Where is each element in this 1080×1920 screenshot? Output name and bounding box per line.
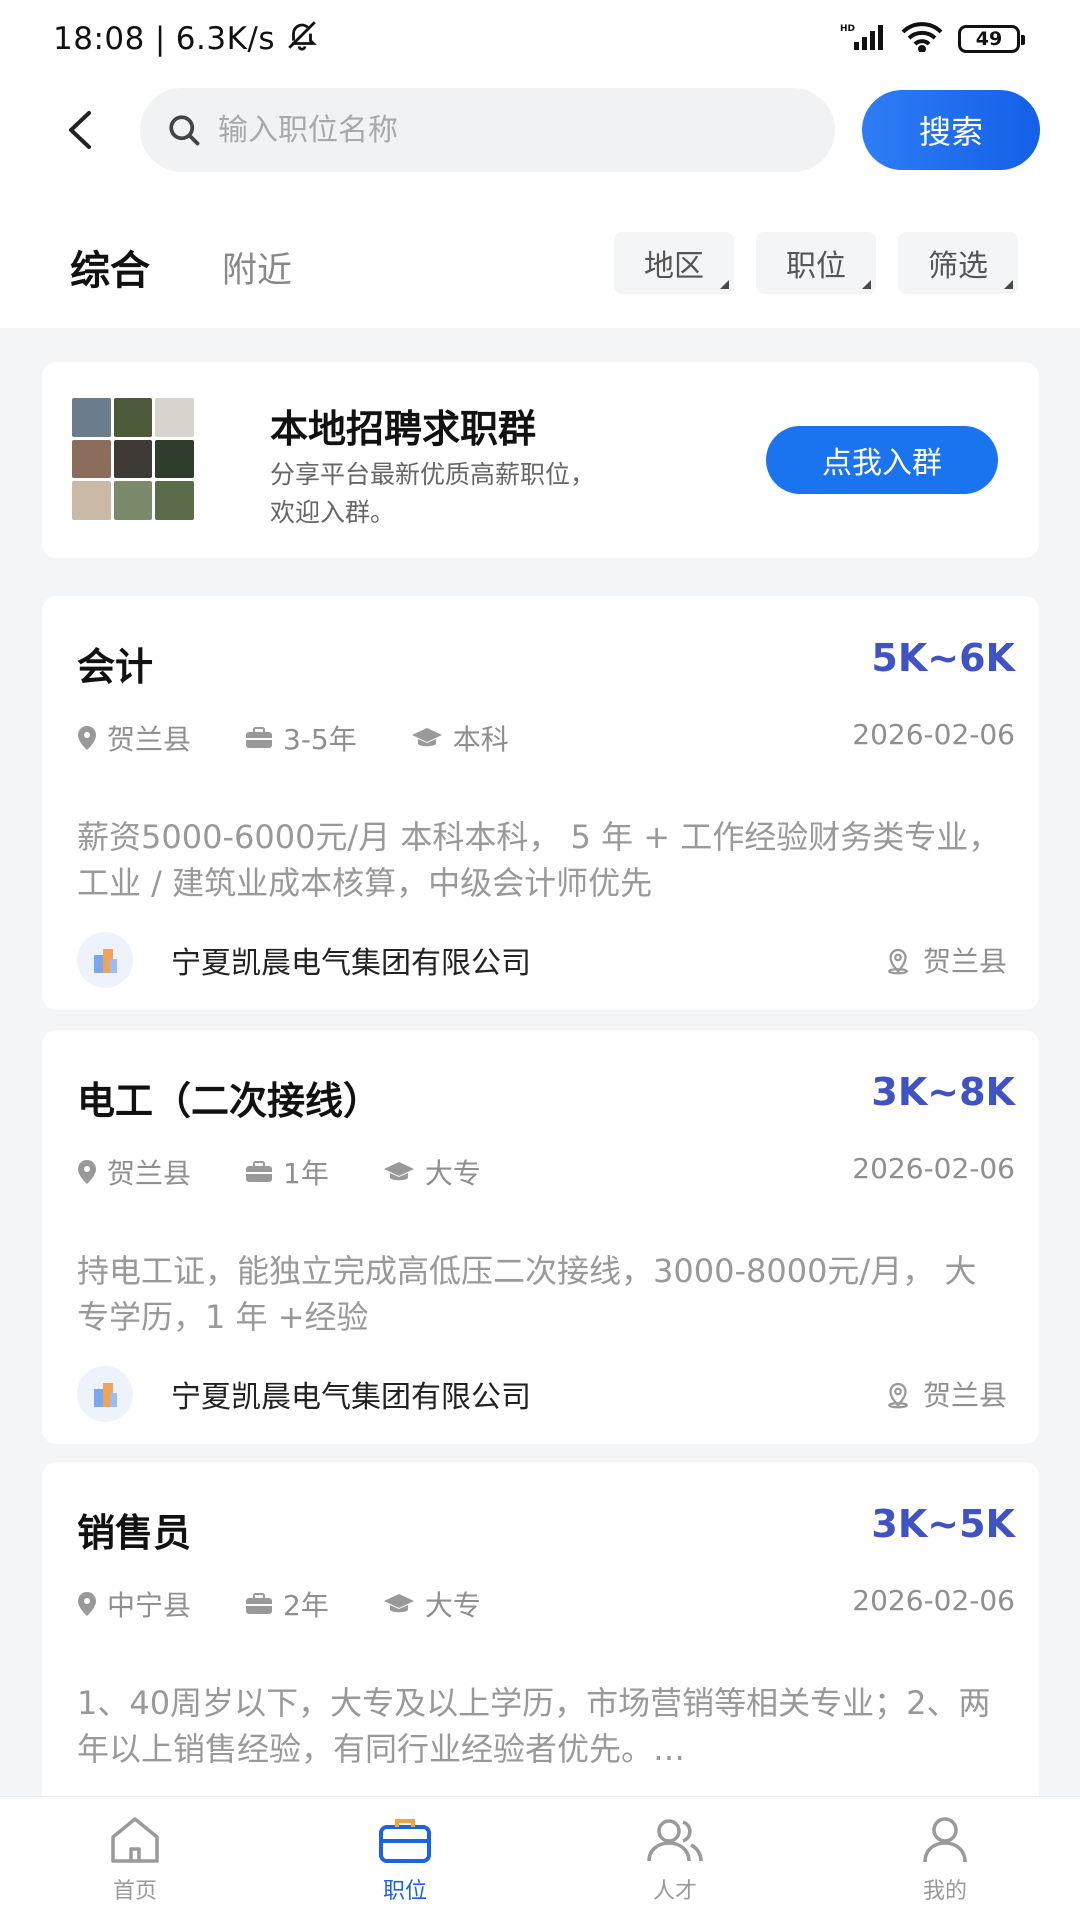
search-button[interactable]: 搜索 bbox=[862, 90, 1040, 170]
job-meta: 贺兰县 3-5年 本科 bbox=[77, 718, 563, 758]
chevron-left-icon bbox=[69, 111, 91, 149]
job-date: 2026-02-06 bbox=[852, 1584, 1015, 1617]
job-date: 2026-02-06 bbox=[852, 718, 1015, 751]
job-education: 大专 bbox=[424, 1589, 481, 1622]
job-title: 电工（二次接线） bbox=[77, 1079, 382, 1123]
building-icon bbox=[94, 949, 117, 973]
company-location: 贺兰县 bbox=[922, 945, 1007, 978]
banner-title: 本地招聘求职群 bbox=[270, 407, 537, 451]
location-pin-icon bbox=[78, 1160, 96, 1184]
company-name: 宁夏凯晨电气集团有限公司 bbox=[171, 946, 531, 981]
status-net-speed: 6.3K/s bbox=[175, 21, 276, 57]
nav-label-jobs: 职位 bbox=[382, 1879, 427, 1904]
company-row: 宁夏凯晨电气集团有限公司 贺兰县 bbox=[77, 932, 1007, 988]
job-card[interactable]: 会计 5K~6K 贺兰县 3-5年 本科 2026-02-06 薪资5000-6… bbox=[42, 596, 1039, 1010]
bottom-nav: 首页 职位 人才 我的 bbox=[0, 1796, 1080, 1920]
graduation-cap-icon bbox=[383, 1162, 414, 1181]
status-bar: 18:08 | 6.3K/s HD 49 bbox=[0, 0, 1080, 80]
job-meta: 贺兰县 1年 大专 bbox=[77, 1152, 535, 1192]
banner-description: 分享平台最新优质高薪职位， 欢迎入群。 bbox=[270, 460, 596, 527]
job-title: 销售员 bbox=[77, 1511, 192, 1555]
job-education: 本科 bbox=[452, 723, 509, 756]
job-salary: 3K~5K bbox=[871, 1502, 1015, 1546]
job-title: 会计 bbox=[77, 645, 154, 689]
status-divider: | bbox=[154, 21, 166, 57]
tab-comprehensive[interactable]: 综合 bbox=[70, 238, 150, 296]
search-input[interactable] bbox=[218, 112, 778, 148]
nav-label-home: 首页 bbox=[112, 1879, 157, 1904]
job-salary: 5K~6K bbox=[871, 636, 1015, 680]
filter-more-label: 筛选 bbox=[928, 249, 988, 284]
job-card[interactable]: 电工（二次接线） 3K~8K 贺兰县 1年 大专 2026-02-06 持电工证… bbox=[42, 1030, 1039, 1444]
search-icon bbox=[169, 115, 200, 146]
location-pin-icon bbox=[78, 1592, 96, 1616]
job-card[interactable]: 销售员 3K~5K 中宁县 2年 大专 2026-02-06 1、40周岁以下，… bbox=[42, 1462, 1039, 1796]
join-group-button[interactable]: 点我入群 bbox=[766, 426, 998, 494]
job-location: 贺兰县 bbox=[107, 723, 192, 756]
group-banner: 本地招聘求职群 分享平台最新优质高薪职位， 欢迎入群。 点我入群 bbox=[42, 362, 1039, 558]
nav-item-home[interactable]: 首页 bbox=[0, 1797, 270, 1920]
home-icon bbox=[111, 1817, 159, 1863]
filter-region-label: 地区 bbox=[644, 249, 704, 284]
filter-more[interactable]: 筛选 bbox=[898, 232, 1018, 294]
company-location: 贺兰县 bbox=[922, 1379, 1007, 1412]
job-salary: 3K~8K bbox=[871, 1070, 1015, 1114]
dropdown-corner-icon bbox=[862, 280, 871, 289]
job-date: 2026-02-06 bbox=[852, 1152, 1015, 1185]
job-experience: 3-5年 bbox=[283, 723, 357, 756]
job-description: 1、40周岁以下，大专及以上学历，市场营销等相关专业；2、两年以上销售经验，有同… bbox=[77, 1684, 991, 1768]
location-outline-icon bbox=[888, 948, 908, 975]
job-experience: 1年 bbox=[283, 1157, 329, 1190]
job-education: 大专 bbox=[424, 1157, 481, 1190]
filter-region[interactable]: 地区 bbox=[614, 232, 734, 294]
company-logo bbox=[77, 1366, 133, 1422]
user-icon bbox=[923, 1817, 967, 1863]
mute-bell-icon bbox=[285, 18, 319, 60]
nav-item-jobs[interactable]: 职位 bbox=[270, 1797, 540, 1920]
back-button[interactable] bbox=[55, 105, 105, 155]
job-description: 薪资5000-6000元/月 本科本科， 5 年 + 工作经验财务类专业，工业 … bbox=[77, 818, 1001, 902]
briefcase-small-icon bbox=[246, 1593, 273, 1614]
briefcase-icon bbox=[379, 1819, 431, 1863]
nav-item-mine[interactable]: 我的 bbox=[810, 1797, 1080, 1920]
company-row: 宁夏凯晨电气集团有限公司 贺兰县 bbox=[77, 1366, 1007, 1422]
job-location: 中宁县 bbox=[107, 1589, 192, 1622]
location-pin-icon bbox=[78, 726, 96, 750]
job-location: 贺兰县 bbox=[107, 1157, 192, 1190]
wifi-icon bbox=[900, 22, 944, 56]
job-description: 持电工证，能独立完成高低压二次接线，3000-8000元/月， 大专学历，1 年… bbox=[77, 1252, 977, 1336]
company-name: 宁夏凯晨电气集团有限公司 bbox=[171, 1380, 531, 1415]
graduation-cap-icon bbox=[383, 1594, 414, 1613]
people-icon bbox=[647, 1819, 703, 1862]
job-experience: 2年 bbox=[283, 1589, 329, 1622]
signal-icon: HD bbox=[840, 22, 886, 56]
battery-icon: 49 bbox=[958, 25, 1025, 53]
dropdown-corner-icon bbox=[720, 280, 729, 289]
nav-label-mine: 我的 bbox=[922, 1879, 967, 1904]
company-logo bbox=[77, 932, 133, 988]
nav-label-talent: 人才 bbox=[652, 1879, 697, 1904]
location-outline-icon bbox=[888, 1382, 908, 1409]
briefcase-small-icon bbox=[246, 727, 273, 748]
group-thumbnail-image bbox=[72, 398, 194, 520]
graduation-cap-icon bbox=[411, 728, 442, 747]
svg-text:HD: HD bbox=[840, 24, 855, 34]
status-time: 18:08 bbox=[53, 21, 145, 57]
nav-item-talent[interactable]: 人才 bbox=[540, 1797, 810, 1920]
briefcase-small-icon bbox=[246, 1161, 273, 1182]
dropdown-corner-icon bbox=[1004, 280, 1013, 289]
building-icon bbox=[94, 1383, 117, 1407]
tab-nearby[interactable]: 附近 bbox=[222, 242, 292, 293]
search-bar[interactable] bbox=[140, 88, 835, 172]
job-meta: 中宁县 2年 大专 bbox=[77, 1584, 535, 1624]
filter-position-label: 职位 bbox=[786, 249, 846, 284]
filter-position[interactable]: 职位 bbox=[756, 232, 876, 294]
